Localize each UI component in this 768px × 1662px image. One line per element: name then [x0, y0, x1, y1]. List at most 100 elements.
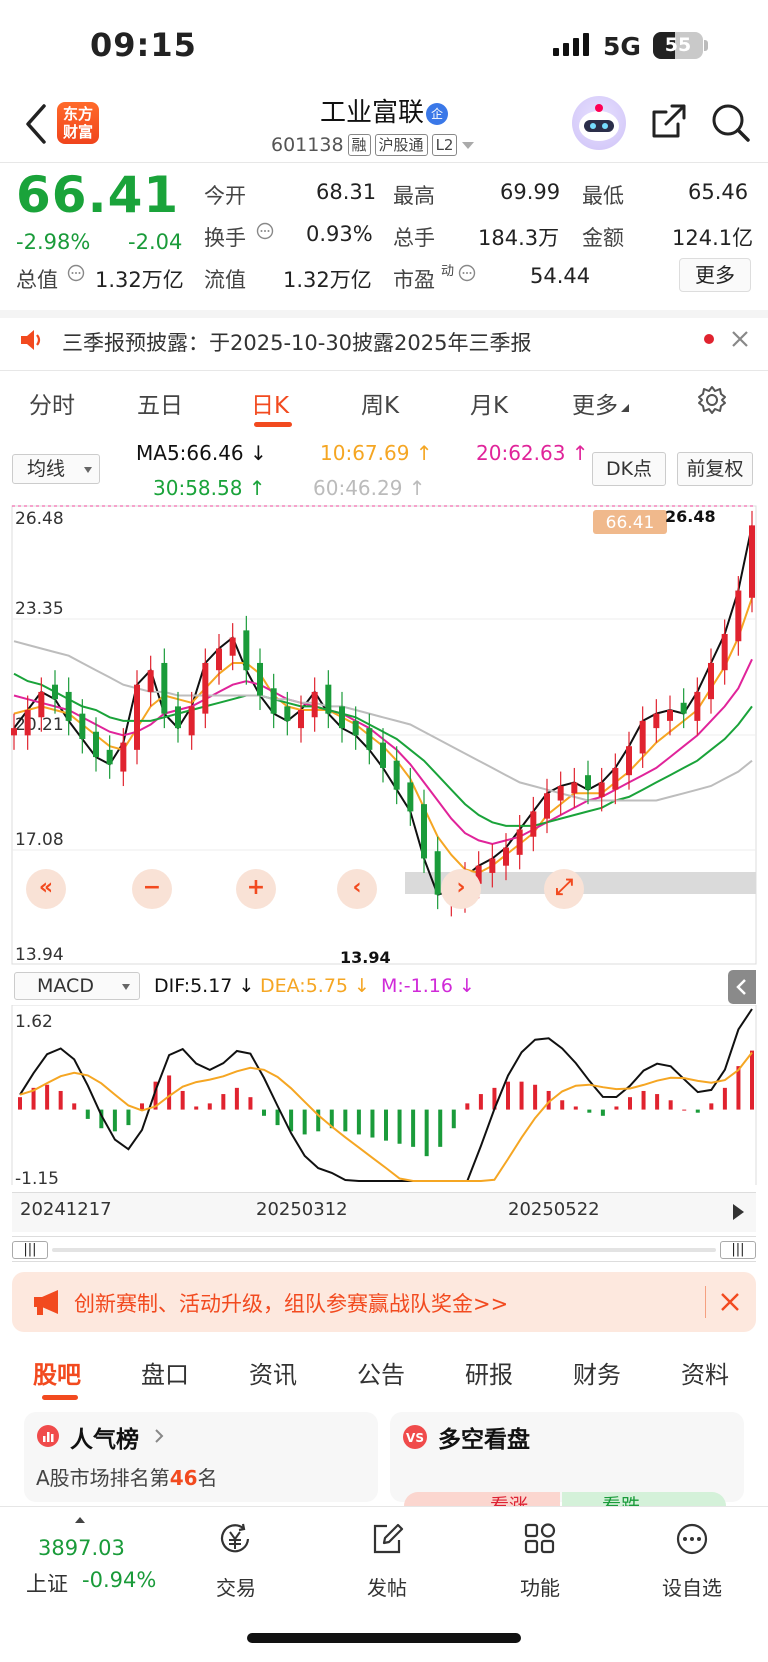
range-handle-left[interactable]: |||	[12, 1241, 48, 1259]
share-icon[interactable]	[648, 102, 688, 142]
pe-superscript: 动	[441, 264, 455, 279]
index-change[interactable]: -0.94%	[82, 1568, 156, 1592]
bull-bear-card[interactable]: VS 多空看盘 看涨 看跌	[390, 1412, 744, 1522]
nav-post[interactable]: 发帖	[357, 1572, 417, 1601]
info-icon[interactable]	[256, 222, 274, 240]
rank-prefix: A股市场排名第	[36, 1466, 170, 1490]
macd-tick-min: -1.15	[15, 1169, 59, 1185]
status-time: 09:15	[90, 26, 197, 64]
divider	[0, 370, 768, 371]
candle-body	[325, 684, 332, 714]
candle-body	[161, 662, 168, 714]
tab-profile[interactable]: 资料	[681, 1355, 729, 1390]
tab-research[interactable]: 研报	[465, 1355, 513, 1390]
low-label: 最低	[582, 184, 624, 208]
macd-bar	[140, 1103, 144, 1110]
candle-body	[366, 728, 373, 750]
post-edit-icon[interactable]	[370, 1522, 404, 1556]
tab-orderbook[interactable]: 盘口	[141, 1355, 189, 1390]
amount-label: 金额	[582, 226, 624, 250]
turnover-value: 0.93%	[306, 222, 373, 246]
more-dots-icon[interactable]	[675, 1522, 709, 1556]
ma60-value: 60:46.29 ↑	[313, 476, 426, 500]
macd-bar	[18, 1097, 22, 1110]
tab-intraday[interactable]: 分时	[29, 386, 75, 420]
tab-news[interactable]: 资讯	[249, 1355, 297, 1390]
range-handle-right[interactable]: |||	[720, 1241, 756, 1259]
tab-daily-k[interactable]: 日K	[251, 386, 289, 420]
close-icon[interactable]	[720, 1292, 740, 1312]
fullscreen-button[interactable]: ⤢	[544, 869, 584, 909]
ai-assistant-avatar[interactable]	[572, 96, 626, 150]
float-label: 流值	[204, 268, 246, 292]
more-quote-button[interactable]: 更多	[679, 258, 751, 292]
play-icon[interactable]	[730, 1201, 746, 1223]
vs-icon: VS	[403, 1425, 427, 1449]
dk-point-button[interactable]: DK点	[592, 452, 666, 486]
notice-text[interactable]: 三季报预披露：于2025-10-30披露2025年三季报	[62, 327, 531, 357]
tab-announcements[interactable]: 公告	[357, 1355, 405, 1390]
settings-gear-icon[interactable]	[697, 385, 727, 415]
macd-bar	[560, 1100, 565, 1110]
index-value[interactable]: 3897.03	[38, 1536, 125, 1560]
tab-more[interactable]: 更多	[572, 386, 630, 420]
ma10-text: 10:67.69	[320, 441, 410, 465]
y-tick-max: 26.48	[15, 509, 64, 529]
stock-code-row[interactable]: 601138 融 沪股通 L2	[271, 134, 475, 156]
promo-banner[interactable]: 创新赛制、活动升级，组队参赛赢战队奖金>>	[12, 1272, 756, 1332]
macd-bar	[533, 1084, 538, 1110]
macd-bar	[438, 1109, 443, 1147]
trade-yen-icon[interactable]	[218, 1522, 254, 1556]
tag-margin: 融	[347, 134, 371, 156]
change-percent: -2.98%	[16, 230, 91, 254]
candle-body	[243, 630, 250, 671]
search-icon[interactable]	[710, 102, 752, 144]
zoom-in-button[interactable]: +	[236, 869, 276, 909]
candle-body	[516, 829, 523, 855]
collapse-panel-button[interactable]	[728, 970, 756, 1004]
dif-value: DIF:5.17 ↓	[154, 975, 255, 997]
megaphone-icon	[34, 1290, 58, 1315]
rank-suffix: 名	[197, 1466, 218, 1490]
function-grid-icon[interactable]	[523, 1522, 557, 1556]
tab-financials[interactable]: 财务	[573, 1355, 621, 1390]
index-name[interactable]: 上证	[26, 1568, 68, 1598]
bull-bear-title: 多空看盘	[438, 1427, 530, 1453]
candle-body	[749, 525, 755, 598]
kline-chart[interactable]: 26.48 23.35 20.21 17.08 13.94 66.41 26.4…	[0, 500, 768, 965]
macd-selector[interactable]: MACD	[14, 972, 140, 1000]
tab-forum[interactable]: 股吧	[33, 1355, 81, 1390]
candle-body	[11, 728, 17, 736]
info-icon[interactable]	[67, 264, 85, 282]
tab-weekly-k[interactable]: 周K	[361, 386, 399, 420]
mktcap-value: 1.32万亿	[95, 268, 184, 292]
candle-body	[79, 713, 86, 739]
macd-bar	[248, 1097, 253, 1110]
macd-bar	[465, 1103, 470, 1110]
popularity-card[interactable]: 人气榜 A股市场排名第46名	[24, 1412, 378, 1502]
step-forward-button[interactable]: ›	[441, 869, 481, 909]
current-price: 66.41	[16, 166, 180, 224]
step-back-button[interactable]: ‹	[337, 869, 377, 909]
scroll-left-button[interactable]: «	[26, 869, 66, 909]
nav-function[interactable]: 功能	[510, 1572, 570, 1601]
ma-selector[interactable]: 均线	[12, 454, 100, 484]
macd-bar	[451, 1109, 456, 1129]
nav-trade[interactable]: 交易	[206, 1572, 266, 1601]
tab-monthly-k[interactable]: 月K	[470, 386, 508, 420]
close-icon[interactable]	[731, 330, 749, 348]
zoom-out-button[interactable]: −	[132, 869, 172, 909]
adjust-button[interactable]: 前复权	[677, 452, 753, 486]
macd-bar	[424, 1109, 429, 1157]
nav-add-watchlist[interactable]: 设自选	[656, 1572, 728, 1601]
popularity-title: 人气榜	[70, 1427, 139, 1453]
ma10-value: 10:67.69 ↑	[320, 441, 433, 465]
macd-chart[interactable]: 1.62 -1.15	[0, 1005, 768, 1185]
range-scrollbar[interactable]: ||| |||	[12, 1236, 756, 1262]
section-gap	[0, 310, 768, 318]
candle-body	[421, 804, 427, 859]
macd-bar	[234, 1087, 239, 1110]
info-icon[interactable]	[458, 264, 476, 282]
macd-bar	[600, 1109, 605, 1116]
tab-five-day[interactable]: 五日	[137, 386, 183, 420]
